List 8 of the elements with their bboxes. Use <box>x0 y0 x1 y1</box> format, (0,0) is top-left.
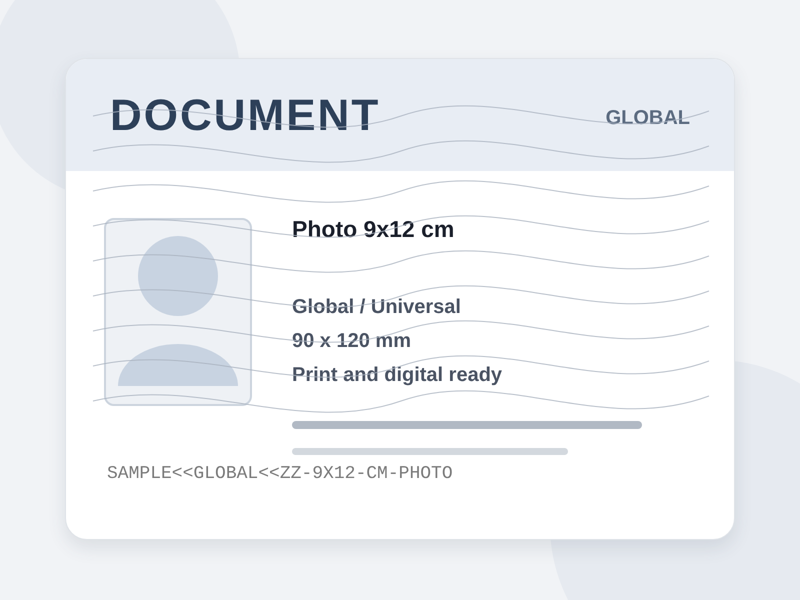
person-silhouette-icon <box>117 236 239 386</box>
detail-line: Global / Universal <box>292 295 462 319</box>
machine-readable-zone: SAMPLE<<GLOBAL<<ZZ-9X12-CM-PHOTO <box>107 464 454 484</box>
card-title: DOCUMENT <box>110 91 380 141</box>
photo-size-heading: Photo 9x12 cm <box>292 216 456 243</box>
region-label: GLOBAL <box>606 106 690 130</box>
detail-line: Print and digital ready <box>292 363 504 387</box>
detail-line: 90 x 120 mm <box>292 329 412 353</box>
